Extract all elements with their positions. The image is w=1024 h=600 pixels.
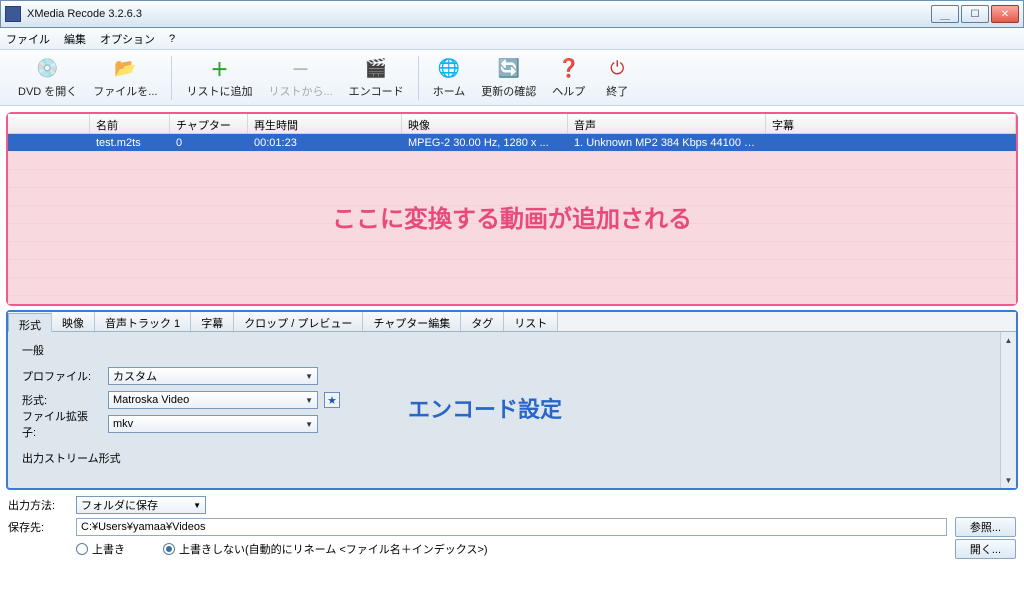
ext-combo[interactable]: mkv▼ [108,415,318,433]
plus-icon: ＋ [207,57,231,81]
tab-format[interactable]: 形式 [8,313,52,332]
settings-scrollbar[interactable]: ▲ ▼ [1000,332,1016,488]
cell-duration: 00:01:23 [248,137,402,149]
col-audio[interactable]: 音声 [568,114,766,133]
tab-list[interactable]: リスト [504,312,558,331]
toolbar-separator [171,56,172,100]
col-subtitle[interactable]: 字幕 [766,114,1016,133]
chevron-down-icon: ▼ [305,420,313,429]
tab-crop[interactable]: クロップ / プレビュー [234,312,363,331]
col-name[interactable]: 名前 [90,114,170,133]
col-chapter[interactable]: チャプター [170,114,248,133]
tab-subtitle[interactable]: 字幕 [191,312,234,331]
window-buttons: ＿ ☐ ✕ [931,5,1019,23]
open-button[interactable]: 開く... [955,539,1016,559]
update-button[interactable]: 🔄更新の確認 [473,54,544,102]
output-method-combo[interactable]: フォルダに保存▼ [76,496,206,514]
globe-icon: 🌐 [437,57,461,81]
dest-path-input[interactable]: C:¥Users¥yamaa¥Videos [76,518,947,536]
remove-list-button[interactable]: －リストから... [260,54,340,102]
annotation-encode: エンコード設定 [408,392,562,424]
exit-icon: ⏻ [605,57,629,81]
file-list-header: 名前 チャプター 再生時間 映像 音声 字幕 [8,114,1016,134]
output-panel: 出力方法: フォルダに保存▼ 保存先: C:¥Users¥yamaa¥Video… [8,494,1016,560]
tab-tag[interactable]: タグ [461,312,504,331]
cell-name: test.m2ts [90,137,170,149]
radio-icon [76,543,88,555]
help-button[interactable]: ❓ヘルプ [544,54,593,102]
profile-label: プロファイル: [22,368,102,384]
menu-file[interactable]: ファイル [6,31,50,47]
no-overwrite-radio[interactable]: 上書きしない(自動的にリネーム <ファイル名＋インデックス>) [163,541,488,557]
output-method-label: 出力方法: [8,497,68,513]
group-general: 一般 [22,342,1002,358]
menu-options[interactable]: オプション [100,31,155,47]
menu-edit[interactable]: 編集 [64,31,86,47]
favorite-button[interactable]: ★ [324,392,340,408]
app-icon [5,6,21,22]
encode-button[interactable]: 🎬エンコード [341,54,412,102]
ext-label: ファイル拡張子: [22,408,102,440]
tab-audio[interactable]: 音声トラック 1 [95,312,191,331]
star-icon: ★ [327,394,337,407]
settings-panel: 形式 映像 音声トラック 1 字幕 クロップ / プレビュー チャプター編集 タ… [6,310,1018,490]
tab-video[interactable]: 映像 [52,312,95,331]
settings-body: 一般 プロファイル: カスタム▼ 形式: Matroska Video▼ ★ フ… [8,332,1016,488]
folder-icon: 📂 [113,57,137,81]
window-title: XMedia Recode 3.2.6.3 [27,8,931,20]
home-button[interactable]: 🌐ホーム [425,54,474,102]
col-duration[interactable]: 再生時間 [248,114,402,133]
profile-combo[interactable]: カスタム▼ [108,367,318,385]
exit-button[interactable]: ⏻終了 [593,54,641,102]
overwrite-radio[interactable]: 上書き [76,541,125,557]
question-icon: ❓ [557,57,581,81]
menu-help[interactable]: ? [169,33,175,45]
disc-icon: 💿 [36,57,60,81]
file-list-body[interactable]: test.m2ts 0 00:01:23 MPEG-2 30.00 Hz, 12… [8,134,1016,304]
maximize-button[interactable]: ☐ [961,5,989,23]
menu-bar: ファイル 編集 オプション ? [0,28,1024,50]
settings-tabs: 形式 映像 音声トラック 1 字幕 クロップ / プレビュー チャプター編集 タ… [8,312,1016,332]
group-outstream: 出力ストリーム形式 [22,450,1002,466]
toolbar: 💿DVD を開く 📂ファイルを... ＋リストに追加 －リストから... 🎬エン… [0,50,1024,106]
annotation-list: ここに変換する動画が追加される [8,199,1016,234]
browse-button[interactable]: 参照... [955,517,1016,537]
dest-label: 保存先: [8,519,68,535]
clapper-icon: 🎬 [364,57,388,81]
minimize-button[interactable]: ＿ [931,5,959,23]
file-list-panel: 名前 チャプター 再生時間 映像 音声 字幕 test.m2ts 0 00:01… [6,112,1018,306]
col-video[interactable]: 映像 [402,114,568,133]
toolbar-separator [418,56,419,100]
open-file-button[interactable]: 📂ファイルを... [85,54,165,102]
open-dvd-button[interactable]: 💿DVD を開く [10,54,85,102]
add-list-button[interactable]: ＋リストに追加 [178,54,260,102]
refresh-icon: 🔄 [497,57,521,81]
chevron-down-icon: ▼ [193,501,201,510]
format-label: 形式: [22,392,102,408]
format-combo[interactable]: Matroska Video▼ [108,391,318,409]
tab-chapter[interactable]: チャプター編集 [363,312,461,331]
minus-icon: － [289,57,313,81]
cell-audio: 1. Unknown MP2 384 Kbps 44100 Hz... [568,137,766,149]
title-bar: XMedia Recode 3.2.6.3 ＿ ☐ ✕ [0,0,1024,28]
table-row[interactable]: test.m2ts 0 00:01:23 MPEG-2 30.00 Hz, 12… [8,134,1016,151]
cell-video: MPEG-2 30.00 Hz, 1280 x ... [402,137,568,149]
col-icon[interactable] [8,114,90,133]
chevron-down-icon: ▼ [305,372,313,381]
scroll-up-icon[interactable]: ▲ [1001,332,1016,348]
radio-icon [163,543,175,555]
scroll-down-icon[interactable]: ▼ [1001,472,1016,488]
close-button[interactable]: ✕ [991,5,1019,23]
chevron-down-icon: ▼ [305,396,313,405]
cell-chapter: 0 [170,137,248,149]
